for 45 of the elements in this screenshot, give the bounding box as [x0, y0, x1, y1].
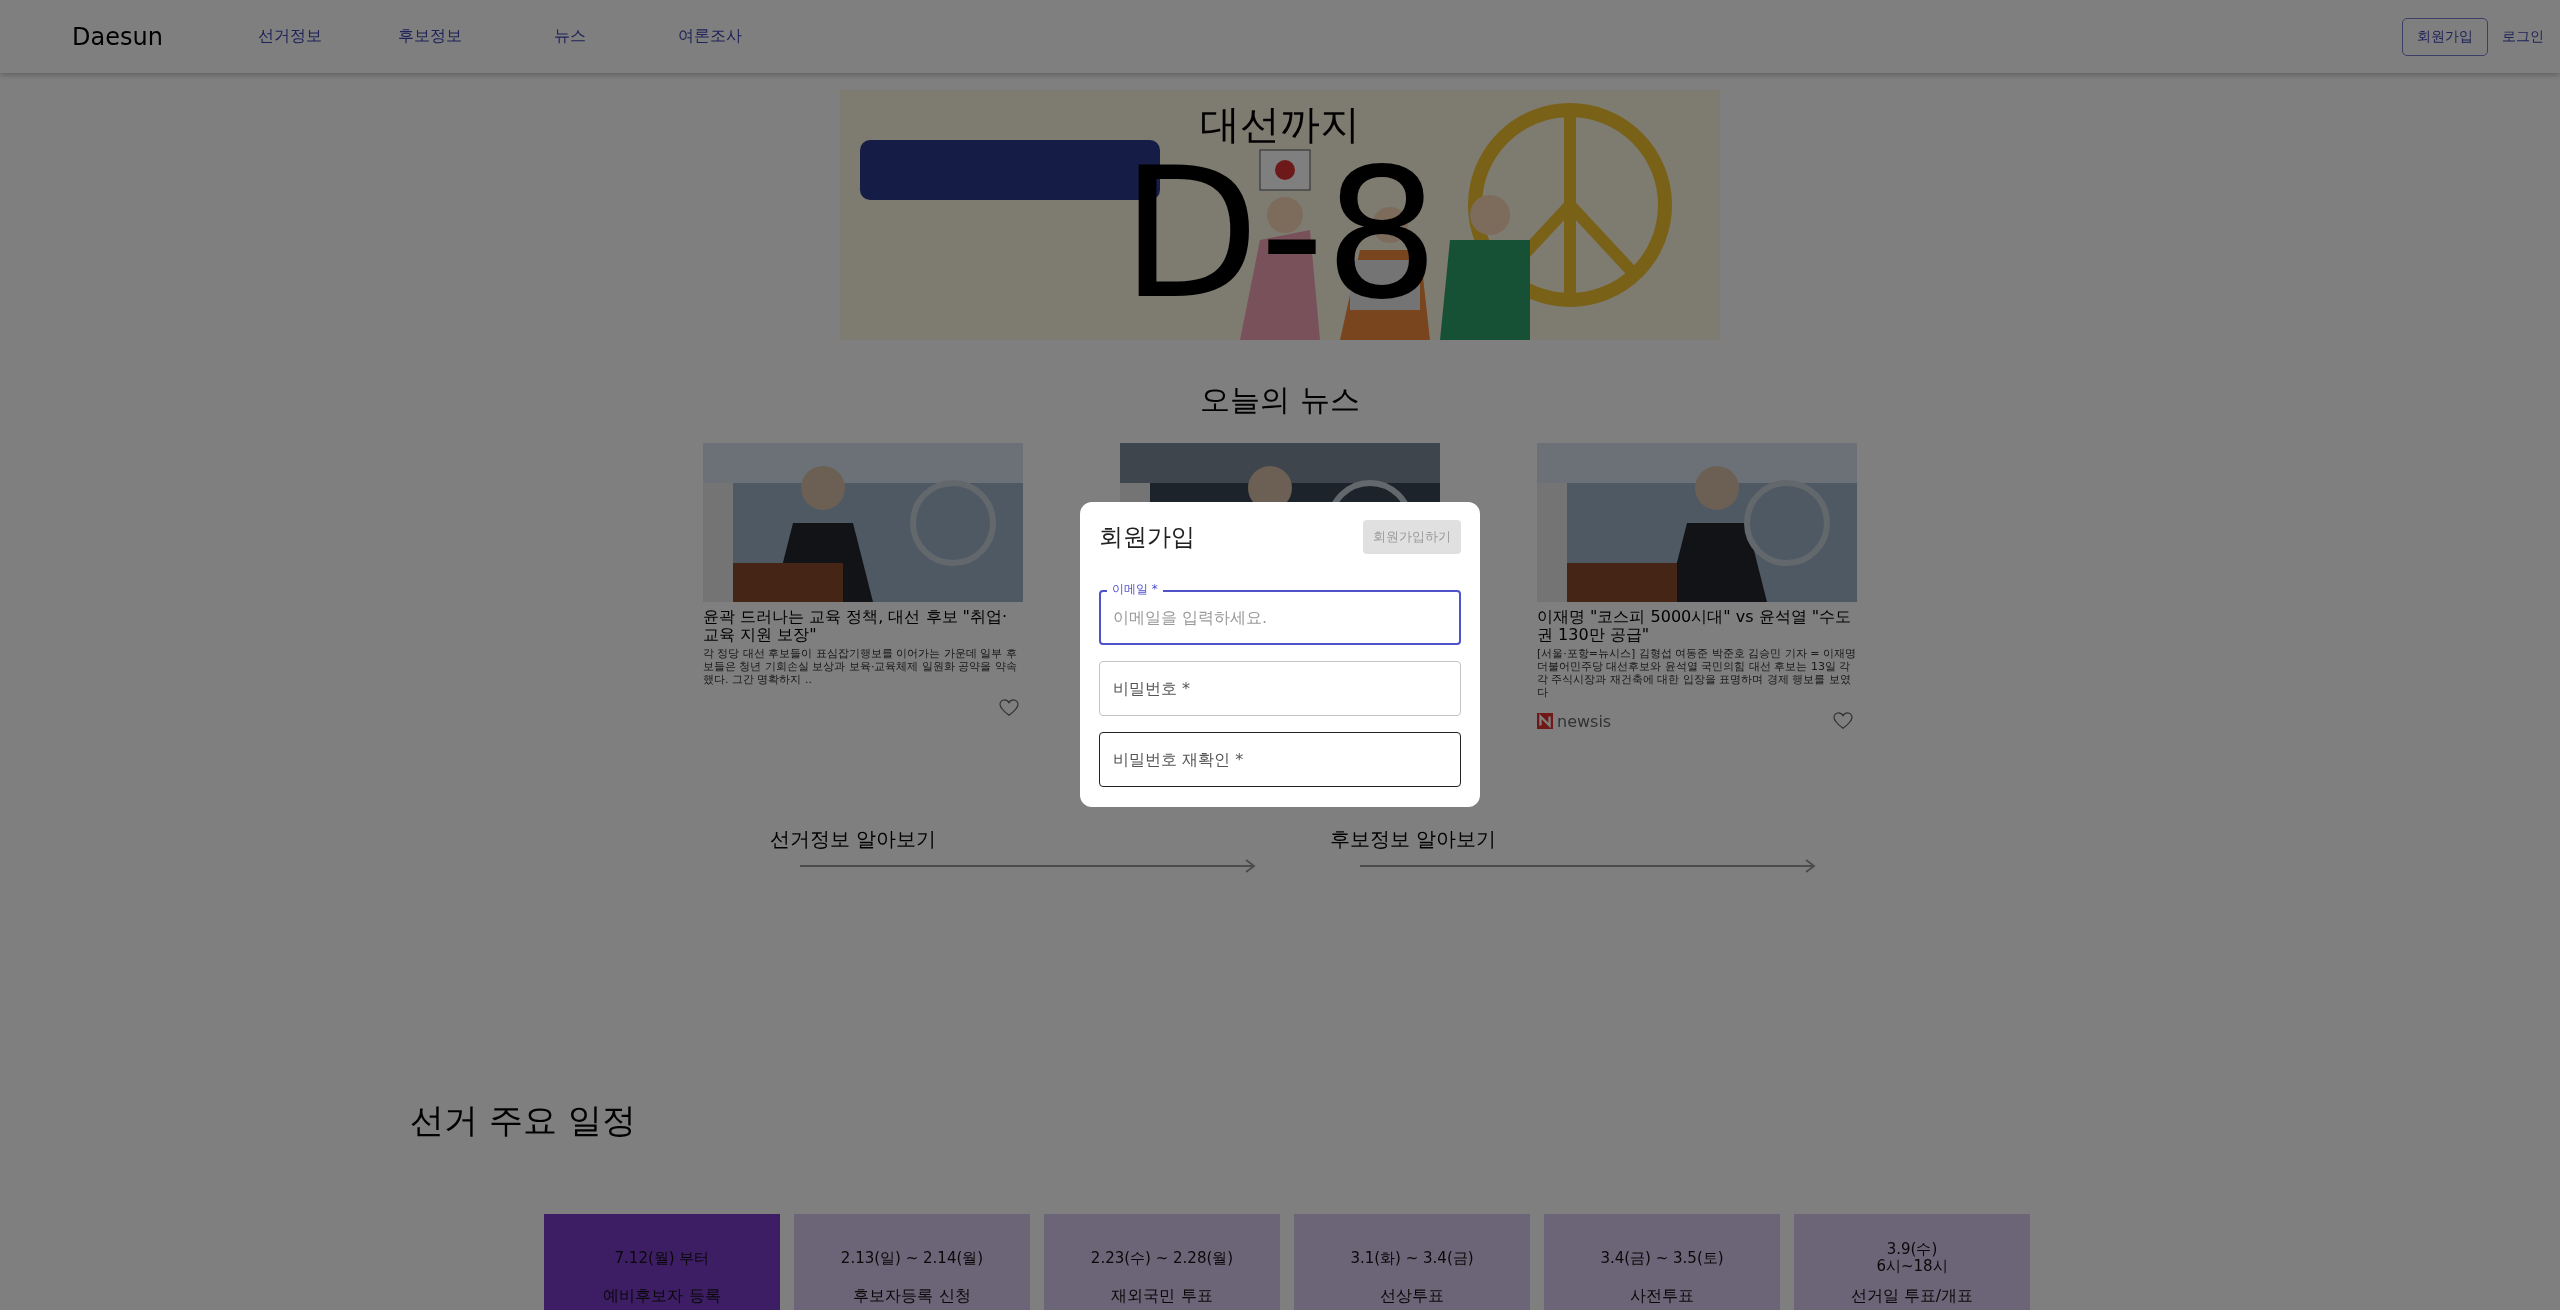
schedule-date: 7.12(월) 부터 [614, 1247, 710, 1269]
news-title[interactable]: 이재명 "코스피 5000시대" vs 윤석열 "수도권 130만 공급" [1537, 608, 1857, 644]
schedule-date: 3.4(금) ~ 3.5(토) [1600, 1247, 1724, 1269]
news-summary: 각 정당 대선 후보들이 표심잡기행보를 이어가는 가운데 일부 후보들은 청년 기회손실 보상과 보육·교육체제 일원화 공약을 약속했다. 그간 명확하지 .. [703, 647, 1018, 686]
arrow-icon[interactable] [798, 859, 1258, 873]
explore-link[interactable]: 후보정보 알아보기 [1330, 826, 1815, 853]
schedule-card[interactable]: 3.1(화) ~ 3.4(금) 선상투표 [1294, 1214, 1530, 1310]
schedule-date: 2.23(수) ~ 2.28(월) [1090, 1247, 1234, 1269]
schedule-title: 사전투표 [1630, 1286, 1694, 1307]
section-title: 선거 주요 일정 [410, 1099, 637, 1142]
nav-link[interactable]: 뉴스 [500, 26, 640, 47]
schedule-title: 선거일 투표/개표 [1850, 1286, 1974, 1307]
schedule-title: 후보자등록 신청 [853, 1286, 971, 1307]
field-label: 이메일 * [1107, 581, 1163, 598]
schedule-title: 선상투표 [1380, 1286, 1444, 1307]
field-label: 비밀번호 재확인 * [1113, 750, 1244, 771]
schedule-date: 3.9(수) 6시~18시 [1876, 1240, 1948, 1276]
dialog-title: 회원가입 [1099, 522, 1195, 553]
field-label: 비밀번호 * [1113, 679, 1191, 700]
explore-link[interactable]: 선거정보 알아보기 [770, 826, 1255, 853]
nav-link[interactable]: 여론조사 [640, 26, 780, 47]
schedule-date: 2.13(일) ~ 2.14(월) [840, 1247, 984, 1269]
login-link[interactable]: 로그인 [2502, 27, 2544, 46]
countdown-text: D-8 [1120, 148, 1440, 319]
nav-link[interactable]: 선거정보 [220, 26, 360, 47]
news-source: newsis [1557, 711, 1612, 731]
schedule-date: 3.1(화) ~ 3.4(금) [1350, 1247, 1474, 1269]
schedule-card[interactable]: 2.23(수) ~ 2.28(월) 재외국민 투표 [1044, 1214, 1280, 1310]
schedule-card[interactable]: 3.9(수) 6시~18시 선거일 투표/개표 [1794, 1214, 2030, 1310]
arrow-icon[interactable] [1358, 859, 1818, 873]
schedule-card[interactable]: 2.13(일) ~ 2.14(월) 후보자등록 신청 [794, 1214, 1030, 1310]
heart-icon[interactable] [1833, 712, 1853, 730]
news-title[interactable]: 윤곽 드러나는 교육 정책, 대선 후보 "취업·교육 지원 보장" [703, 608, 1023, 644]
heart-icon[interactable] [999, 699, 1019, 717]
schedule-title: 재외국민 투표 [1111, 1286, 1213, 1307]
news-summary: [서울·포항=뉴시스] 김형섭 여동준 박준호 김승민 기자 = 이재명 더불어민주당 대선후보와 윤석열 국민의힘 대선 후보는 13일 각각 주식시장과 재건축에 대한 입장을 표명하며 경제 행보를 보였다 [1537, 647, 1857, 699]
input-field[interactable] [1099, 732, 1461, 787]
signup-button[interactable]: 회원가입 [2402, 17, 2488, 56]
schedule-title: 예비후보자 등록 [603, 1286, 721, 1307]
section-title: 오늘의 뉴스 [1199, 381, 1361, 419]
schedule-card[interactable]: 3.4(금) ~ 3.5(토) 사전투표 [1544, 1214, 1780, 1310]
logo[interactable]: Daesun [72, 22, 220, 51]
countdown-caption: 대선까지 [1200, 100, 1360, 148]
news-logo-icon [1537, 713, 1553, 729]
nav-link[interactable]: 후보정보 [360, 26, 500, 47]
